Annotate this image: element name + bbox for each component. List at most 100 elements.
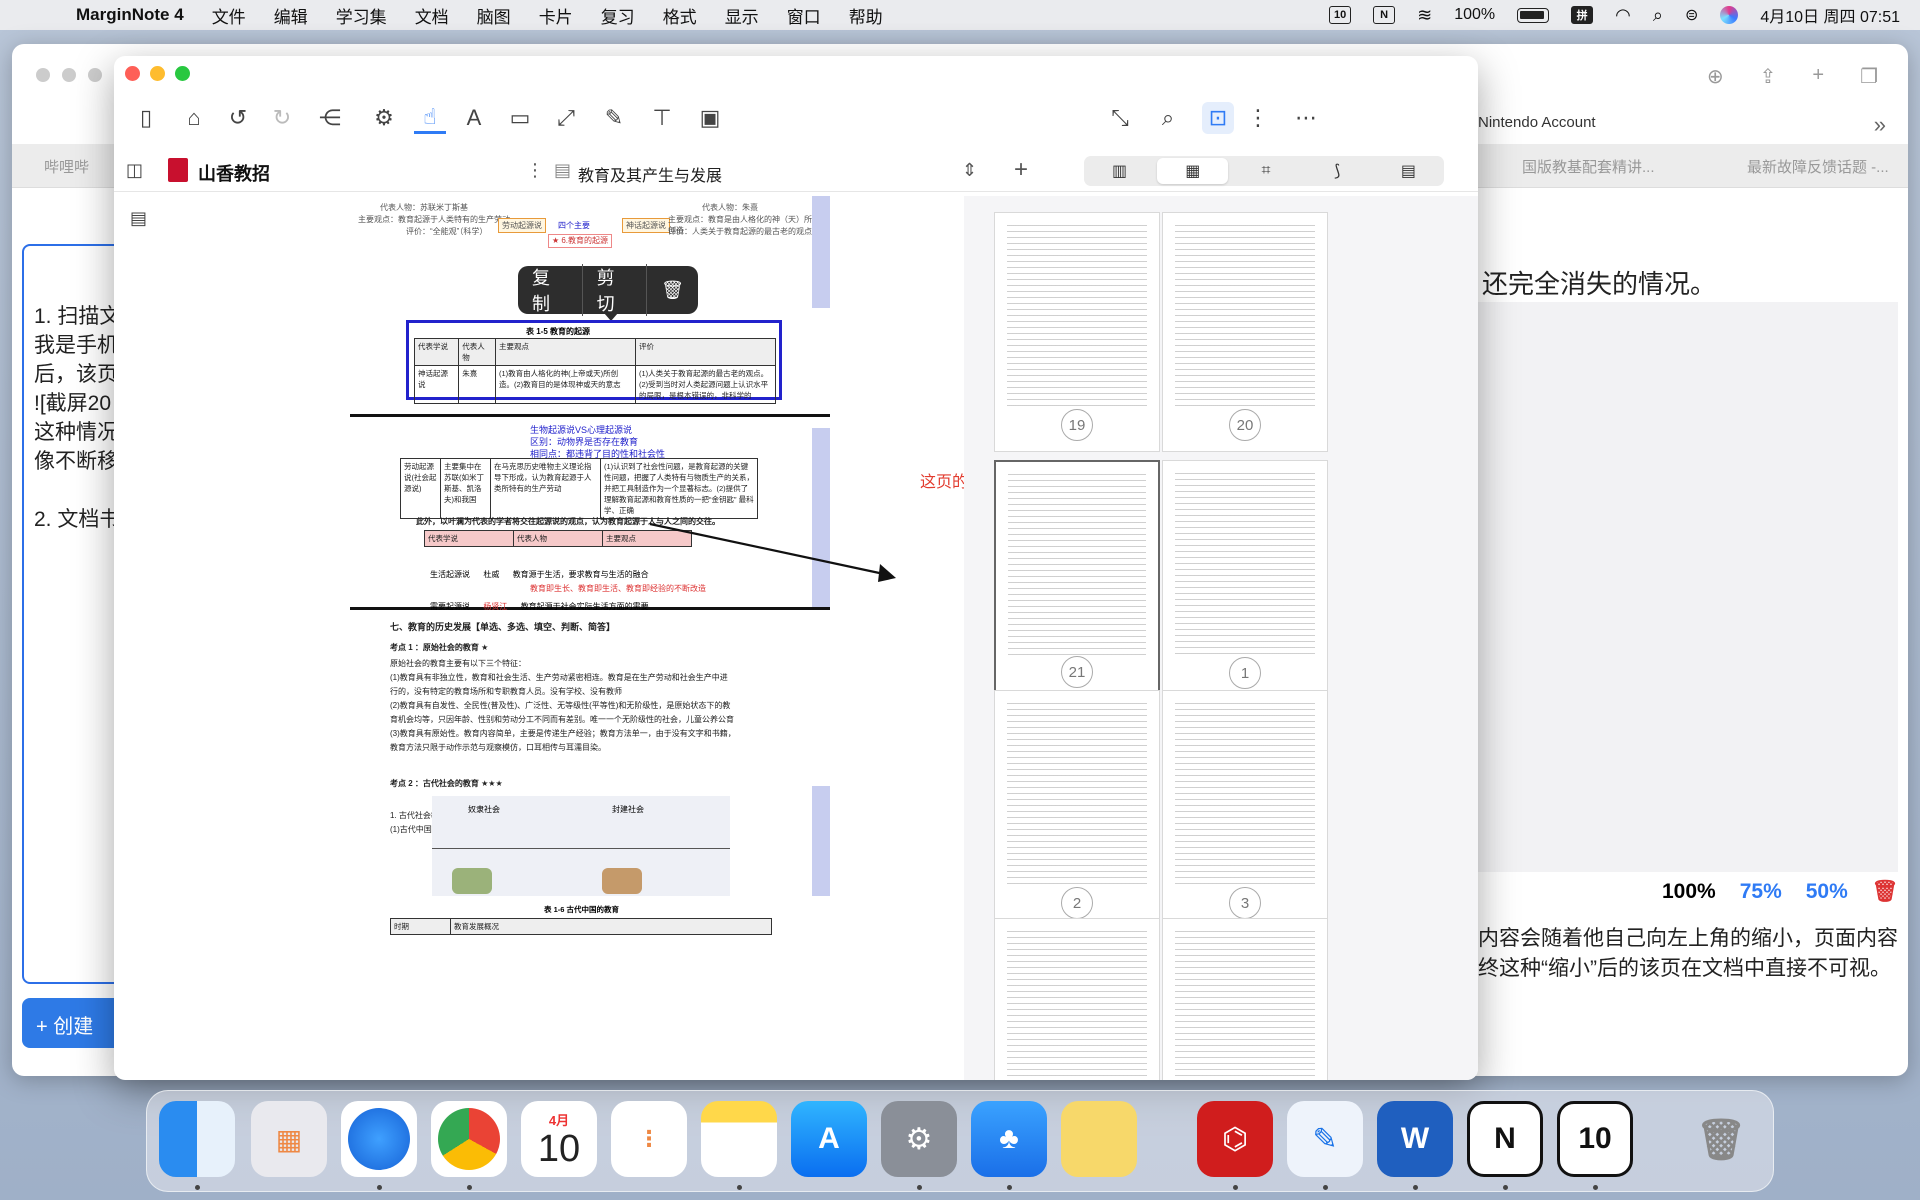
menu-document[interactable]: 文档	[415, 3, 449, 28]
undo-icon[interactable]: ↺	[222, 102, 254, 134]
plus-icon[interactable]: +	[1812, 64, 1824, 89]
sort-icon[interactable]: ⇕	[962, 160, 977, 181]
menu-file[interactable]: 文件	[212, 3, 246, 28]
split-view-icon[interactable]: ◫	[126, 160, 143, 181]
notes-icon[interactable]	[701, 1101, 777, 1177]
finder-icon[interactable]	[159, 1101, 235, 1177]
outline-icon[interactable]: ▤	[130, 208, 147, 229]
page-thumbnail[interactable]: 2	[994, 690, 1160, 930]
page-thumbnail[interactable]: 3	[1162, 690, 1328, 930]
trash-icon[interactable]: 🗑	[1872, 880, 1899, 904]
settings-wheel-icon[interactable]: ⚙	[368, 102, 400, 134]
menu-app-name[interactable]: MarginNote 4	[76, 5, 184, 25]
acrobat-icon[interactable]: ⌬	[1197, 1101, 1273, 1177]
bg-tab-1[interactable]: 国版教基配套精讲...	[1522, 156, 1655, 177]
collapse-icon[interactable]: ⤡	[1104, 102, 1136, 134]
bg-tab-2[interactable]: 最新故障反馈话题 -...	[1747, 156, 1889, 177]
create-button[interactable]: + 创建	[22, 998, 122, 1048]
download-icon[interactable]: ⊕	[1707, 64, 1724, 89]
wifi-icon[interactable]: ◠	[1615, 5, 1631, 26]
spotlight-icon[interactable]: ⌕	[1653, 5, 1663, 26]
menu-help[interactable]: 帮助	[849, 3, 883, 28]
redo-icon[interactable]: ↻	[266, 102, 298, 134]
safari-icon[interactable]	[341, 1101, 417, 1177]
tabs-icon[interactable]: ❐	[1860, 64, 1878, 89]
close-button[interactable]	[125, 66, 140, 81]
bookmark-panel-icon[interactable]: ⊡	[1202, 102, 1234, 134]
bg-tab-bilibili[interactable]: 哔哩哔	[44, 156, 89, 177]
textbox-icon[interactable]: ⊤	[646, 102, 678, 134]
menu-mindmap[interactable]: 脑图	[477, 3, 511, 28]
text-highlight-icon[interactable]: A	[458, 102, 490, 134]
chrome-icon[interactable]	[431, 1101, 507, 1177]
menu-study-set[interactable]: 学习集	[336, 3, 387, 28]
bg-close-button[interactable]	[36, 68, 50, 82]
cut-button[interactable]: 剪切	[583, 264, 648, 316]
reminders-icon[interactable]: ⋮	[611, 1101, 687, 1177]
more-vertical-icon[interactable]: ⋮	[1242, 102, 1274, 134]
launchpad-icon[interactable]: ▦	[251, 1101, 327, 1177]
chevron-right-icon[interactable]: »	[1874, 112, 1886, 138]
bg-minimize-button[interactable]	[62, 68, 76, 82]
page-thumbnail-selected[interactable]: 21	[994, 460, 1160, 700]
zoom-button[interactable]	[175, 66, 190, 81]
app-store-icon[interactable]: A	[791, 1101, 867, 1177]
zoom-50[interactable]: 50%	[1806, 880, 1848, 904]
notion-icon[interactable]: N	[1467, 1101, 1543, 1177]
pen-icon[interactable]: ✎	[598, 102, 630, 134]
onenote-status-icon[interactable]: 10	[1329, 6, 1352, 24]
zoom-100[interactable]: 100%	[1662, 880, 1716, 904]
bg-bookmark-account[interactable]: Nintendo Account	[1478, 114, 1596, 131]
resize-icon[interactable]: ⤢	[550, 102, 582, 134]
onenote-10-icon[interactable]: 10	[1557, 1101, 1633, 1177]
sidebar-toggle-icon[interactable]: ▯	[130, 102, 162, 134]
book-view-icon[interactable]: ▥	[1084, 156, 1155, 186]
zoom-75[interactable]: 75%	[1740, 880, 1782, 904]
system-settings-icon[interactable]: ⚙	[881, 1101, 957, 1177]
notes-icon[interactable]: ▤	[1373, 156, 1444, 186]
marginnote-icon[interactable]: ♣	[971, 1101, 1047, 1177]
menu-review[interactable]: 复习	[601, 3, 635, 28]
page-thumbnail[interactable]: 1	[1162, 460, 1328, 700]
book-title[interactable]: 山香教招	[198, 160, 270, 186]
page-thumbnail[interactable]: 20	[1162, 212, 1328, 452]
grid-thumbnails-icon[interactable]: ▦	[1157, 158, 1229, 184]
clock[interactable]: 4月10日 周四 07:51	[1760, 3, 1900, 27]
more-horizontal-icon[interactable]: ⋯	[1290, 102, 1322, 134]
calendar-icon[interactable]: 4月 10	[521, 1101, 597, 1177]
library-icon[interactable]: ⌂	[178, 102, 210, 134]
page-thumbnail[interactable]: 19	[994, 212, 1160, 452]
menu-card[interactable]: 卡片	[539, 3, 573, 28]
document-search-icon[interactable]: ⌕	[1152, 102, 1184, 134]
link-icon[interactable]: ⟆	[1302, 156, 1373, 186]
document-page[interactable]: 代表人物：苏联米丁斯基 主要观点：教育起源于人类特有的生产劳动 评价：“全能观”…	[350, 196, 830, 1080]
copy-button[interactable]: 复制	[518, 264, 583, 316]
menu-view[interactable]: 显示	[725, 3, 759, 28]
menu-window[interactable]: 窗口	[787, 3, 821, 28]
image-icon[interactable]: ▣	[694, 102, 726, 134]
siri-icon[interactable]	[1720, 6, 1739, 24]
page-thumbnail[interactable]	[1162, 918, 1328, 1080]
bookmark-icon[interactable]: ⌗	[1230, 156, 1301, 186]
notion-status-icon[interactable]: N	[1373, 6, 1396, 24]
battery-icon[interactable]	[1517, 7, 1550, 23]
document-tab[interactable]: 教育及其产生与发展	[578, 162, 722, 186]
layers-status-icon[interactable]: ≋	[1417, 5, 1432, 26]
freeform-icon[interactable]: ✎	[1287, 1101, 1363, 1177]
rectangle-select-icon[interactable]: ▭	[504, 102, 536, 134]
page-thumbnail[interactable]	[994, 918, 1160, 1080]
input-method-icon[interactable]: 拼	[1571, 6, 1594, 24]
menu-format[interactable]: 格式	[663, 3, 697, 28]
stickies-icon[interactable]	[1061, 1101, 1137, 1177]
word-icon[interactable]: W	[1377, 1101, 1453, 1177]
bg-zoom-button[interactable]	[88, 68, 102, 82]
menu-edit[interactable]: 编辑	[274, 3, 308, 28]
trash-icon[interactable]: 🗑	[1683, 1101, 1759, 1177]
minimize-button[interactable]	[150, 66, 165, 81]
hand-select-icon[interactable]: ☝	[414, 102, 446, 134]
share-icon[interactable]: ⇪	[1760, 64, 1777, 89]
delete-icon[interactable]: 🗑	[647, 280, 698, 301]
book-menu-icon[interactable]: ⋮	[526, 160, 544, 181]
mindmap-icon[interactable]: ⋲	[314, 102, 346, 134]
control-center-icon[interactable]: ⊜	[1685, 5, 1698, 25]
